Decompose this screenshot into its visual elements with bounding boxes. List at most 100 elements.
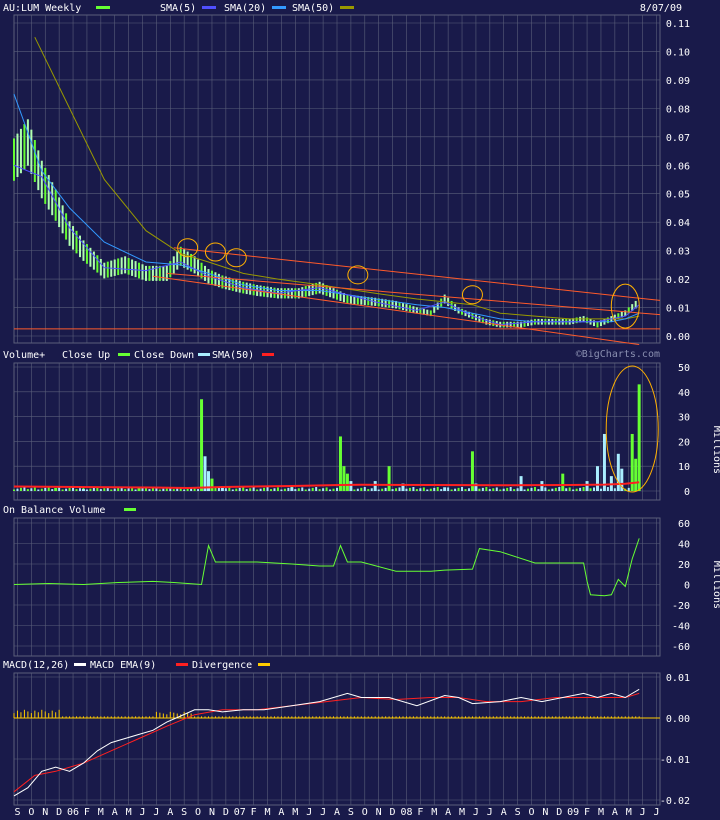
macd-legend: MACD(12,26) MACD EMA(9) Divergence [3,660,270,671]
volume-bar [270,489,273,491]
volume-bar [322,488,325,491]
volume-bar [527,488,530,491]
volume-bar [30,488,33,491]
volume-bar [103,488,106,491]
x-tick-label: M [598,807,604,818]
volume-bar [461,487,464,491]
volume-bar [266,487,269,491]
volume-bar [183,489,186,491]
y-tick-label: -40 [672,622,690,633]
x-tick-label: J [487,807,493,818]
volume-bar [565,488,568,491]
volume-bar [419,488,422,491]
y-tick-label: 40 [678,540,690,551]
volume-bar [44,487,47,491]
x-tick-label: 09 [567,807,579,818]
volume-bar [276,487,279,491]
y-tick-label: 50 [678,363,690,374]
y-tick-label: -20 [672,601,690,612]
volume-legend-label: Volume+ [3,350,45,361]
divergence-legend-label: Divergence [192,660,252,671]
legend-sma20-swatch [272,6,286,9]
volume-bar [395,488,398,491]
volume-bar [273,488,276,491]
x-tick-label: 08 [400,807,412,818]
y-tick-label: 0.07 [666,133,690,144]
volume-bar [16,488,19,491]
y-tick-label: 0.00 [666,714,690,725]
volume-bar [89,488,92,491]
x-tick-label: F [584,807,590,818]
stock-chart: AU:LUM Weekly 8/07/09 SMA(5) SMA(20) SMA… [3,3,720,818]
obv-swatch [124,508,136,511]
watermark: ©BigCharts.com [576,349,660,360]
volume-bar [342,466,346,491]
volume-bar [593,487,596,491]
volume-bar [523,489,526,491]
x-tick-label: M [265,807,271,818]
volume-bar [599,488,602,491]
volume-bar [283,488,286,491]
x-tick-label: N [209,807,215,818]
volume-bar [210,478,214,491]
volume-bar [426,489,429,491]
x-tick-label: N [42,807,48,818]
volume-bar [151,488,154,491]
x-tick-label: A [501,807,507,818]
volume-bar [595,466,599,491]
volume-bar [315,487,318,491]
volume-bar [575,488,578,491]
volume-bar [65,488,68,491]
volume-bar [117,487,120,491]
x-axis: S O N D 06 F M A M J J A S O N D 07 F M A M J J A S O N D 08 F M A M J J A S… [14,807,659,818]
volume-bar [336,487,338,491]
volume-bar [429,488,432,491]
y-tick-label: 60 [678,519,690,530]
volume-bar [530,487,533,491]
y-tick-label: 0.01 [666,673,690,684]
volume-bar [197,489,200,491]
volume-bar [26,489,29,491]
volume-bar [478,488,481,491]
x-tick-label: M [459,807,465,818]
volume-bar [99,489,102,491]
volume-bar [606,487,609,491]
x-tick-label: J [654,807,660,818]
volume-axis-unit: Millions [711,426,720,474]
volume-bar [13,489,15,491]
volume-bar [297,488,300,491]
x-tick-label: J [320,807,326,818]
volume-bar [363,487,366,491]
chart-date: 8/07/09 [640,3,682,14]
volume-bar [338,436,342,491]
divergence-swatch [258,663,270,666]
x-tick-label: J [139,807,145,818]
volume-bar [203,456,207,491]
volume-bar [415,489,418,491]
y-tick-label: 0 [684,487,690,498]
volume-bar [616,453,620,491]
volume-up-swatch [118,353,130,356]
x-tick-label: A [612,807,618,818]
volume-sma-swatch [262,353,274,356]
volume-bar [551,488,554,491]
volume-bar [513,489,516,491]
volume-bar [554,487,557,491]
volume-bar [356,488,359,491]
macd-legend-label: MACD(12,26) [3,660,69,671]
volume-bar [40,488,43,491]
volume-bar [54,488,58,491]
chart-title: AU:LUM Weekly [3,3,81,14]
x-tick-label: A [112,807,118,818]
y-tick-label: 0.09 [666,76,690,87]
volume-bar [408,487,411,491]
volume-bar [238,487,241,491]
volume-bar [391,489,394,491]
volume-legend-up: Close Up [62,350,110,361]
volume-bar [228,487,231,491]
macd-ema-legend-label: MACD EMA(9) [90,660,156,671]
x-tick-label: M [292,807,298,818]
volume-bar [162,488,165,491]
y-tick-label: 30 [678,413,690,424]
volume-bar [398,487,401,491]
